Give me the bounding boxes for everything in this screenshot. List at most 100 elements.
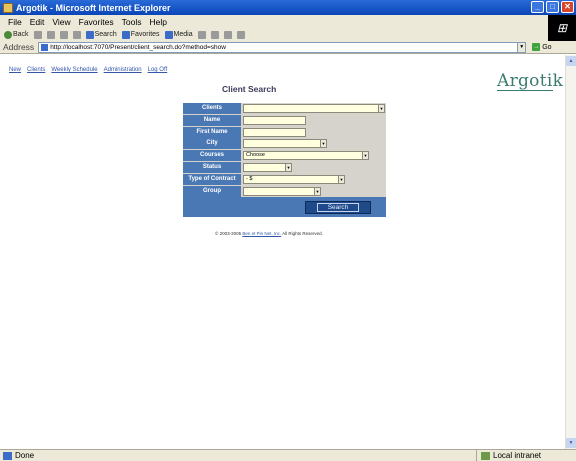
city-label: City — [183, 138, 241, 150]
mail-icon — [210, 30, 219, 39]
forward-arrow-icon — [33, 30, 42, 39]
window-title: Argotik - Microsoft Internet Explorer — [16, 2, 171, 13]
address-url: http://localhost:7070/Present/client_sea… — [50, 43, 226, 51]
chevron-down-icon: ▼ — [338, 175, 344, 183]
nav-log-off[interactable]: Log Off — [148, 67, 168, 73]
status-label: Status — [183, 162, 241, 173]
client-search-form: Clients ▼ Name First Name City ▼ Courses… — [183, 103, 386, 217]
go-arrow-icon: → — [532, 43, 541, 51]
copyright: © 2003-2005 Ben et Pin Net, Inc. All Rig… — [215, 231, 323, 236]
edit-icon — [236, 30, 245, 39]
forward-button[interactable] — [33, 30, 42, 39]
search-submit-button[interactable]: Search — [305, 201, 371, 214]
stop-button[interactable] — [46, 30, 55, 39]
name-input[interactable] — [243, 115, 306, 125]
argotik-logo: Argotik — [497, 71, 564, 91]
status-text: Done — [15, 451, 35, 460]
scroll-down-icon[interactable]: ▼ — [566, 438, 576, 448]
back-button[interactable]: Back — [4, 30, 29, 39]
page-content: New Clients Weekly Schedule Administrati… — [0, 55, 565, 449]
address-label: Address — [3, 42, 35, 52]
favorites-label: Favorites — [130, 31, 160, 38]
minimize-button[interactable]: _ — [531, 1, 544, 13]
chevron-down-icon: ▼ — [378, 105, 384, 112]
menu-file[interactable]: File — [8, 17, 22, 27]
courses-value: Choose — [246, 152, 265, 159]
history-icon — [197, 30, 206, 39]
form-row-group: Group ▼ — [183, 185, 386, 198]
name-label: Name — [183, 114, 241, 126]
form-row-first-name: First Name — [183, 126, 386, 139]
form-footer: Search — [183, 197, 386, 217]
address-dropdown-icon[interactable]: ▼ — [517, 42, 526, 52]
address-bar: Address http://localhost:7070/Present/cl… — [0, 41, 576, 54]
edit-button[interactable] — [236, 30, 245, 39]
nav-weekly-schedule[interactable]: Weekly Schedule — [51, 67, 97, 73]
copyright-suffix: All Rights Reserved. — [282, 231, 323, 236]
page-icon — [41, 43, 49, 51]
media-button[interactable]: Media — [164, 30, 193, 39]
toolbar: Back Search Favorites Media — [0, 28, 548, 41]
mail-button[interactable] — [210, 30, 219, 39]
status-select[interactable]: ▼ — [243, 163, 292, 172]
menu-view[interactable]: View — [52, 17, 70, 27]
search-button[interactable]: Search — [85, 30, 117, 39]
star-icon — [121, 30, 130, 39]
windows-logo-icon: ⊞ — [548, 15, 576, 41]
clients-select[interactable]: ▼ — [243, 104, 385, 113]
nav-administration[interactable]: Administration — [104, 67, 142, 73]
chevron-down-icon: ▼ — [285, 164, 291, 171]
form-row-city: City ▼ — [183, 138, 386, 150]
home-button[interactable] — [72, 30, 81, 39]
print-icon — [223, 30, 232, 39]
refresh-button[interactable] — [59, 30, 68, 39]
logo-underline — [497, 90, 553, 91]
page-done-icon — [3, 451, 12, 460]
media-label: Media — [173, 31, 193, 38]
group-label: Group — [183, 185, 241, 197]
top-nav: New Clients Weekly Schedule Administrati… — [9, 67, 167, 73]
city-select[interactable]: ▼ — [243, 139, 327, 149]
type-of-contract-select[interactable]: - $ ▼ — [243, 174, 345, 184]
nav-new[interactable]: New — [9, 67, 21, 73]
first-name-label: First Name — [183, 126, 241, 138]
copyright-link[interactable]: Ben et Pin Net, Inc. — [242, 231, 281, 236]
security-zone: Local intranet — [476, 450, 541, 461]
close-button[interactable]: ✕ — [561, 1, 574, 13]
search-submit-label: Search — [316, 203, 360, 212]
menu-bar: File Edit View Favorites Tools Help — [0, 15, 576, 28]
address-input[interactable]: http://localhost:7070/Present/client_sea… — [38, 41, 527, 53]
window-controls: _ □ ✕ — [531, 1, 574, 13]
zone-text: Local intranet — [493, 451, 542, 460]
courses-select[interactable]: Choose ▼ — [243, 151, 369, 161]
scroll-up-icon[interactable]: ▲ — [566, 56, 576, 66]
vertical-scrollbar[interactable]: ▲ ▼ — [565, 55, 576, 449]
form-row-type-of-contract: Type of Contract - $ ▼ — [183, 173, 386, 186]
type-of-contract-value: - $ — [246, 175, 253, 182]
copyright-prefix: © 2003-2005 — [215, 231, 242, 236]
first-name-input[interactable] — [243, 127, 306, 137]
menu-favorites[interactable]: Favorites — [79, 17, 114, 27]
home-icon — [72, 30, 81, 39]
print-button[interactable] — [223, 30, 232, 39]
chevron-down-icon: ▼ — [362, 152, 368, 160]
menu-edit[interactable]: Edit — [30, 17, 45, 27]
menu-tools[interactable]: Tools — [122, 17, 142, 27]
stop-icon — [46, 30, 55, 39]
maximize-button[interactable]: □ — [546, 1, 559, 13]
favorites-button[interactable]: Favorites — [121, 30, 160, 39]
back-arrow-icon — [4, 30, 12, 39]
chevron-down-icon: ▼ — [314, 187, 320, 195]
form-row-courses: Courses Choose ▼ — [183, 150, 386, 162]
search-icon — [85, 30, 94, 39]
history-button[interactable] — [197, 30, 206, 39]
menu-help[interactable]: Help — [149, 17, 166, 27]
ie-icon — [3, 2, 13, 13]
courses-label: Courses — [183, 150, 241, 162]
form-row-status: Status ▼ — [183, 162, 386, 174]
go-button[interactable]: → Go — [532, 43, 552, 51]
media-icon — [164, 30, 173, 39]
group-select[interactable]: ▼ — [243, 186, 321, 196]
nav-clients[interactable]: Clients — [27, 67, 45, 73]
status-bar: Done Local intranet — [0, 449, 576, 461]
